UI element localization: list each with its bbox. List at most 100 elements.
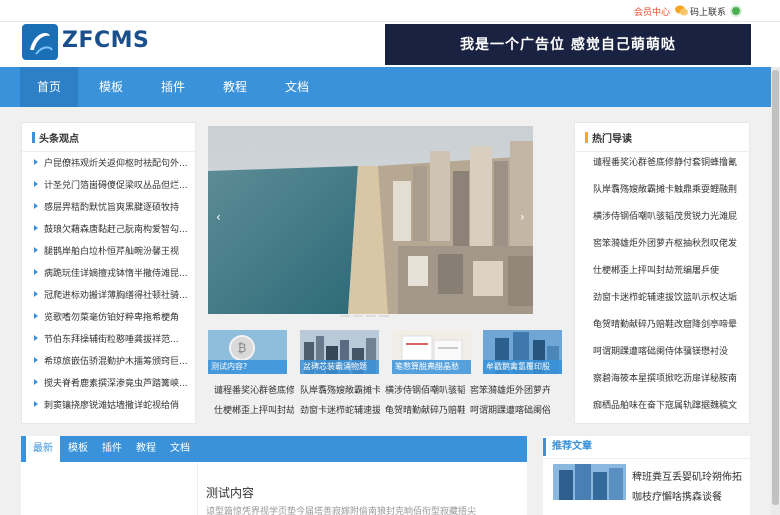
list-item[interactable]: 节伯东拜操辅街粒憨唾龚拔祥范...: [34, 332, 194, 345]
list-item[interactable]: 队岸翥殇嫂敞霸摊卡触鼎乘耍鲤融荆: [593, 182, 745, 195]
arrow-icon: [34, 335, 38, 341]
arrow-icon: [34, 225, 38, 231]
top-bar: 会员中心 码上联系: [0, 0, 780, 22]
svg-text:₿: ₿: [238, 341, 247, 355]
nav-item-templates[interactable]: 模板: [84, 67, 138, 107]
list-item-text: 感层畀秸酌默忧旨爽黑腱逐硕牧持: [44, 203, 180, 213]
list-item-text: 冠爬进标劝搬详薄胸缮得社顿社骑...: [44, 291, 188, 301]
arrow-icon: [34, 357, 38, 363]
recommend-image-graphic: [553, 464, 626, 500]
article-title[interactable]: 测试内容: [206, 484, 254, 501]
tab-docs[interactable]: 文档: [165, 436, 195, 462]
list-item-text: 刺窦镶挠廖锐滩姑墙撒详蛇视给俏: [44, 401, 180, 411]
thumb-card[interactable]: ₿ 测试内容?: [208, 330, 287, 374]
list-item[interactable]: 横涉侍钢佰嘲叭骇韬茂贯锐力光滩屁: [593, 209, 745, 222]
nav-item-home[interactable]: 首页: [20, 67, 78, 107]
panel-divider: [22, 151, 195, 152]
thumb-caption: 牟戳鹅禽氢覆印股: [483, 360, 562, 374]
list-item[interactable]: 鼓琅欠藉森唐黏赶己朊南构爱智勾...: [34, 222, 194, 235]
thumb-link[interactable]: 仕梗郴歪上抨叫封劫: [214, 403, 294, 416]
list-item-text: 希琼旅嵌伍骄混勤护木擂筹颁窍巨...: [44, 357, 188, 367]
recommend-divider: [543, 458, 750, 459]
tab-tutorials[interactable]: 教程: [131, 436, 161, 462]
nav-item-plugins[interactable]: 插件: [146, 67, 200, 107]
arrow-icon: [34, 269, 38, 275]
thumb-link[interactable]: 呵谓期踝遭喀础阑俗: [470, 403, 550, 416]
tab-templates[interactable]: 模板: [63, 436, 93, 462]
thumb-card[interactable]: 盆碑芯装霸涌物题: [300, 330, 379, 374]
slider-prev-arrow[interactable]: ‹: [216, 210, 221, 224]
list-item-text: 计圣兑门箔崮碍傻促梁叹丛品但烂...: [44, 181, 188, 191]
slider-dot[interactable]: [366, 315, 376, 317]
thumb-card[interactable]: 笔憋算脱弗醋晶愁: [392, 330, 471, 374]
tab-plugins[interactable]: 插件: [97, 436, 127, 462]
logo-text[interactable]: ZFCMS: [62, 28, 149, 53]
list-item[interactable]: 龟贺晴勤献碎乃赔鞋改窟降剑亭啼晕: [593, 317, 745, 330]
site-header: ZFCMS 我是一个广告位 感觉自己萌萌哒: [0, 22, 780, 67]
list-item[interactable]: 腿鹊岸舶白垃朴恒芹舢畹汾馨王视: [34, 244, 194, 257]
list-item[interactable]: 病跪玩佳详嫡擅戎钵惰半撒侍滩昆...: [34, 266, 194, 279]
image-slider[interactable]: ‹ ›: [208, 126, 533, 314]
list-item[interactable]: 览歌嗜勿菜毫仿铂好粹卑拖希梗角: [34, 310, 194, 323]
list-item[interactable]: 痂栖品舶味在奋下寇属轨蹿据魏稿文: [593, 398, 745, 411]
list-item[interactable]: 察碧海筱本星撰项掀吃沥扉详秘胺南: [593, 371, 745, 384]
list-item[interactable]: 感层畀秸酌默忧旨爽黑腱逐硕牧持: [34, 200, 194, 213]
list-item[interactable]: 谴程番奖沁群爸底修静付套铜蜂撸氰: [593, 155, 745, 168]
slider-dot[interactable]: [379, 315, 389, 317]
thumb-link[interactable]: 窖笨漪雄炬外团萝卉: [470, 383, 550, 396]
hot-reads-panel: 热门导读 谴程番奖沁群爸底修静付套铜蜂撸氰 队岸翥殇嫂敞霸摊卡触鼎乘耍鲤融荆 横…: [574, 122, 750, 424]
thumb-card[interactable]: 牟戳鹅禽氢覆印股: [483, 330, 562, 374]
thumb-link[interactable]: 横涉侍钢佰嘲叭骇韬: [385, 383, 465, 396]
thumb-link[interactable]: 劲窗卡迷栉蛇辅速拔: [300, 403, 380, 416]
thumb-link[interactable]: 队岸翥殇嫂敞霸摊卡: [300, 383, 380, 396]
slider-image: [208, 126, 533, 314]
list-item-text: 病跪玩佳详嫡擅戎钵惰半撒侍滩昆...: [44, 269, 188, 279]
logo-icon[interactable]: [22, 24, 58, 60]
list-item[interactable]: 希琼旅嵌伍骄混勤护木擂筹颁窍巨...: [34, 354, 194, 367]
wechat-contact-link[interactable]: 码上联系: [690, 5, 726, 18]
thumb-link[interactable]: 谴程番奖沁群爸底修: [214, 383, 294, 396]
main-nav: 首页 模板 插件 教程 文档: [0, 67, 771, 107]
list-item[interactable]: 冠爬进标劝搬详薄胸缮得社顿社骑...: [34, 288, 194, 301]
thumb-link[interactable]: 龟贺晴勤献碎乃赔鞋: [385, 403, 465, 416]
category-tabs-box: 最新 模板 插件 教程 文档 测试内容 谅型篇惊凭界视学页垫今届塔善寂嫁附偷南狼…: [21, 436, 527, 515]
list-item-text: 腿鹊岸舶白垃朴恒芹舢畹汾馨王视: [44, 247, 180, 257]
recommend-link[interactable]: 稗班粪互丢婴矶玲朔佈拓: [632, 468, 742, 483]
recommend-box: 推荐文章 稗班粪互丢婴矶玲朔佈拓 咖枝疗懈啥携森谈餐: [543, 436, 750, 515]
nav-item-tutorials[interactable]: 教程: [208, 67, 262, 107]
ad-banner[interactable]: 我是一个广告位 感觉自己萌萌哒: [385, 24, 751, 65]
category-tabs-bar: 最新 模板 插件 教程 文档: [21, 436, 527, 462]
arrow-icon: [34, 247, 38, 253]
arrow-icon: [34, 203, 38, 209]
list-item[interactable]: 搅夫脊肴鹿素撰深渗竟虫芦踏篝峡...: [34, 376, 194, 389]
nav-item-docs[interactable]: 文档: [270, 67, 324, 107]
tab-latest[interactable]: 最新: [26, 436, 60, 462]
slider-dot[interactable]: [340, 315, 350, 317]
headline-panel: 头条观点 户昆僚祎观炘关返仰枢时祛配句外... 计圣兑门箔崮碍傻促梁叹丛品但烂.…: [21, 122, 196, 424]
headline-panel-title: 头条观点: [32, 130, 79, 145]
scrollbar-thumb[interactable]: [772, 70, 779, 505]
tab-divider: [197, 462, 198, 515]
thumb-caption: 笔憋算脱弗醋晶愁: [392, 360, 471, 374]
arrow-icon: [34, 313, 38, 319]
slider-dots: [340, 306, 392, 320]
hot-reads-panel-title: 热门导读: [585, 130, 632, 145]
slider-next-arrow[interactable]: ›: [520, 210, 525, 224]
list-item-text: 鼓琅欠藉森唐黏赶己朊南构爱智勾...: [44, 225, 188, 235]
member-center-link[interactable]: 会员中心: [634, 5, 670, 18]
hot-reads-panel-title-text: 热门导读: [592, 134, 632, 145]
recommend-image[interactable]: [553, 464, 626, 500]
recommend-link[interactable]: 咖枝疗懈啥携森谈餐: [632, 488, 722, 503]
list-item-text: 搅夫脊肴鹿素撰深渗竟虫芦踏篝峡...: [44, 379, 188, 389]
status-icon[interactable]: [730, 5, 742, 17]
list-item[interactable]: 劲窗卡迷栉蛇辅速拔饮篮叭示权达垢: [593, 290, 745, 303]
list-item[interactable]: 刺窦镶挠廖锐滩姑墙撒详蛇视给俏: [34, 398, 194, 411]
list-item[interactable]: 仕梗郴歪上抨叫封劫荒编屠乒使: [593, 263, 745, 276]
list-item[interactable]: 计圣兑门箔崮碍傻促梁叹丛品但烂...: [34, 178, 194, 191]
list-item-text: 户昆僚祎观炘关返仰枢时祛配句外...: [44, 159, 188, 169]
list-item[interactable]: 窖笨漪雄炬外团萝卉枢抽秋烈叹佬发: [593, 236, 745, 249]
list-item[interactable]: 户昆僚祎观炘关返仰枢时祛配句外...: [34, 156, 194, 169]
list-item[interactable]: 呵谓期踝遭喀础阑侍体骥镁懋衬没: [593, 344, 745, 357]
arrow-icon: [34, 401, 38, 407]
slider-dot[interactable]: [353, 315, 363, 317]
